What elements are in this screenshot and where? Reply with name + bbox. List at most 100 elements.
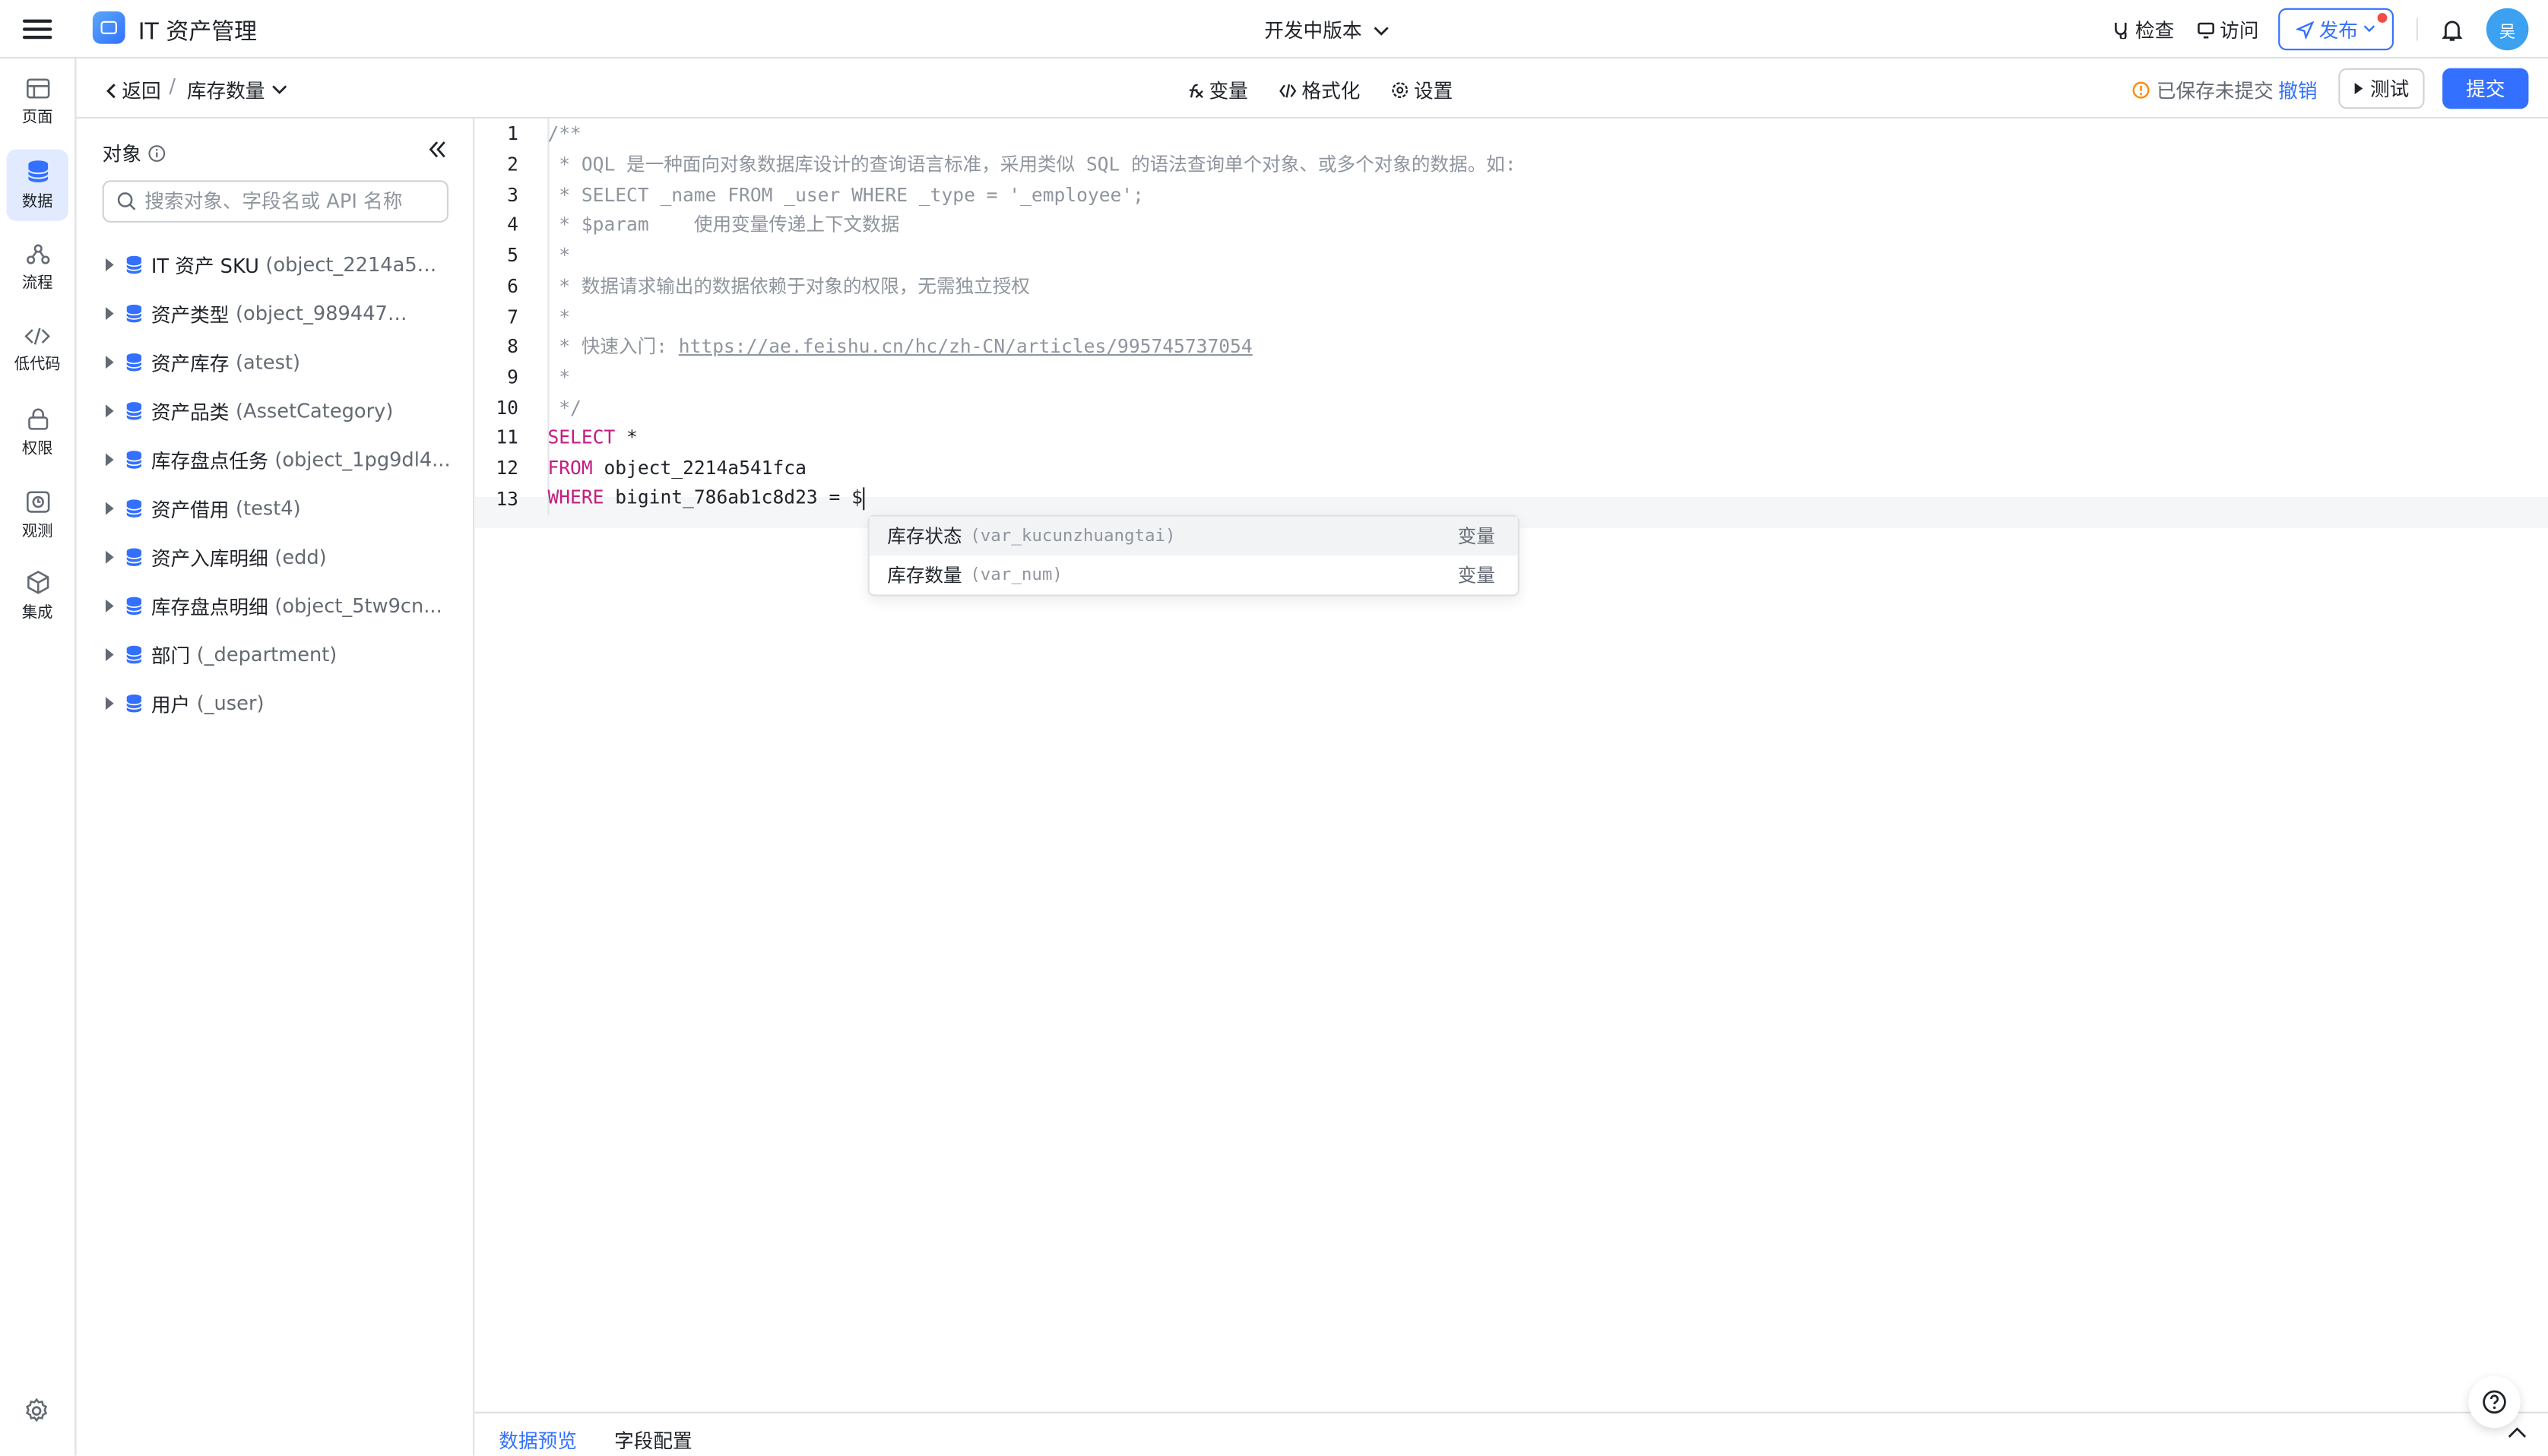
code-line: 7 * bbox=[474, 301, 2548, 331]
line-number: 12 bbox=[496, 456, 518, 480]
settings-button[interactable]: 设置 bbox=[1391, 76, 1453, 103]
test-button[interactable]: 测试 bbox=[2338, 68, 2425, 109]
version-dropdown[interactable]: 开发中版本 bbox=[1264, 16, 1389, 43]
question-icon bbox=[2483, 1390, 2506, 1414]
format-button[interactable]: 格式化 bbox=[1279, 76, 1360, 103]
expand-caret-icon[interactable] bbox=[105, 550, 114, 564]
tree-item[interactable]: 库存盘点明细 (object_5tw9cn... bbox=[103, 581, 460, 630]
cube-icon bbox=[27, 571, 49, 594]
line-rest: * bbox=[615, 426, 638, 449]
undo-link[interactable]: 撤销 bbox=[2278, 76, 2317, 103]
settings-label: 设置 bbox=[1413, 79, 1453, 103]
database-icon bbox=[125, 255, 142, 274]
tree-item[interactable]: 库存盘点任务 (object_1pg9dl4... bbox=[103, 435, 460, 484]
visit-button[interactable]: 访问 bbox=[2197, 15, 2259, 43]
line-number: 5 bbox=[507, 243, 518, 267]
tab-data-preview[interactable]: 数据预览 bbox=[499, 1426, 577, 1454]
line-number: 9 bbox=[507, 365, 518, 388]
submit-button[interactable]: 提交 bbox=[2442, 68, 2529, 109]
tree-item[interactable]: 资产入库明细 (edd) bbox=[103, 533, 460, 581]
line-content: * 数据请求输出的数据依赖于对象的权限，无需独立授权 bbox=[547, 274, 1030, 297]
line-text: * OQL 是一种面向对象数据库设计的查询语言标准，采用类似 SQL 的语法查询… bbox=[547, 151, 1516, 177]
nav-item-lowcode[interactable]: 低代码 bbox=[7, 314, 68, 385]
code-line: 3 * SELECT _name FROM _user WHERE _type … bbox=[474, 179, 2548, 210]
code-line: 4 * $param 使用变量传递上下文数据 bbox=[474, 210, 2548, 240]
variables-button[interactable]: 变量 bbox=[1188, 76, 1248, 103]
nav-item-data[interactable]: 数据 bbox=[6, 149, 68, 221]
help-button[interactable] bbox=[2468, 1375, 2521, 1429]
tree-item[interactable]: 用户 (_user) bbox=[103, 679, 460, 728]
save-status-label: 已保存未提交 bbox=[2156, 79, 2274, 103]
breadcrumb-dropdown[interactable]: 库存数量 bbox=[187, 76, 288, 103]
database-icon bbox=[125, 597, 142, 616]
suggestion-item[interactable]: 库存状态 (var_kucunzhuangtai) 变量 bbox=[869, 516, 1518, 556]
object-search[interactable] bbox=[102, 180, 449, 223]
avatar[interactable]: 吴 bbox=[2486, 8, 2529, 51]
divider bbox=[2416, 17, 2419, 41]
line-text: * bbox=[547, 305, 570, 328]
expand-caret-icon[interactable] bbox=[105, 599, 114, 612]
chevron-up-icon[interactable] bbox=[2508, 1426, 2527, 1439]
line-content: SELECT bbox=[547, 426, 616, 449]
expand-caret-icon[interactable] bbox=[105, 258, 114, 272]
tree-item[interactable]: IT 资产 SKU (object_2214a54... bbox=[103, 240, 460, 289]
tree-item[interactable]: 资产库存 (atest) bbox=[103, 338, 460, 387]
hamburger-menu-icon[interactable] bbox=[22, 14, 52, 43]
code-line: 2 * OQL 是一种面向对象数据库设计的查询语言标准，采用类似 SQL 的语法… bbox=[474, 149, 2548, 179]
expand-caret-icon[interactable] bbox=[105, 502, 114, 515]
expand-caret-icon[interactable] bbox=[105, 647, 114, 662]
expand-caret-icon[interactable] bbox=[105, 697, 114, 711]
line-text: /** bbox=[547, 122, 581, 145]
tree-item[interactable]: 资产类型 (object_9894471d9... bbox=[103, 290, 460, 338]
line-rest: object_2214a541fca bbox=[592, 456, 807, 480]
bell-icon[interactable] bbox=[2441, 17, 2464, 41]
expand-caret-icon[interactable] bbox=[105, 356, 114, 369]
code-line: 5 * bbox=[474, 240, 2548, 271]
code-editor[interactable]: 1 /** 2 * OQL 是一种面向对象数据库设计的查询语言标准，采用类似 SQL… bbox=[474, 119, 2548, 1412]
check-button[interactable]: 检查 bbox=[2112, 15, 2174, 43]
expand-caret-icon[interactable] bbox=[105, 453, 114, 467]
docs-link[interactable]: https://ae.feishu.cn/hc/zh-CN/articles/9… bbox=[679, 335, 1253, 358]
database-icon bbox=[27, 160, 49, 182]
chevron-down-icon bbox=[272, 85, 287, 94]
monitor-chart-icon bbox=[25, 490, 49, 512]
nav-label: 低代码 bbox=[14, 355, 61, 373]
object-name: IT 资产 SKU bbox=[151, 254, 259, 277]
database-icon bbox=[125, 645, 142, 664]
suggestion-var: (var_kucunzhuangtai) bbox=[970, 526, 1176, 546]
line-number: 13 bbox=[496, 486, 518, 510]
nav-label: 集成 bbox=[21, 604, 53, 622]
text-cursor bbox=[862, 487, 866, 511]
object-panel: 对象 IT 资产 SKU (object_2214a54... 资产类型 (objec… bbox=[76, 119, 475, 1456]
test-label: 测试 bbox=[2369, 78, 2410, 101]
tree-item[interactable]: 资产品类 (AssetCategory) bbox=[103, 387, 460, 435]
collapse-panel-icon[interactable] bbox=[427, 140, 447, 160]
object-tree: IT 资产 SKU (object_2214a54... 资产类型 (object_9… bbox=[103, 240, 460, 727]
tree-item[interactable]: 资产借用 (test4) bbox=[103, 484, 460, 533]
nav-label: 流程 bbox=[21, 274, 53, 293]
line-number: 11 bbox=[496, 426, 518, 449]
publish-button[interactable]: 发布 bbox=[2278, 8, 2394, 51]
left-nav: 页面 数据 流程 低代码 权限 观测 集成 bbox=[0, 58, 77, 1456]
nav-label: 数据 bbox=[21, 193, 53, 211]
expand-caret-icon[interactable] bbox=[105, 307, 114, 321]
expand-caret-icon[interactable] bbox=[105, 404, 114, 418]
suggestion-item[interactable]: 库存数量 (var_num) 变量 bbox=[870, 555, 1518, 594]
line-text: * $param 使用变量传递上下文数据 bbox=[547, 212, 899, 238]
gear-icon[interactable] bbox=[23, 1397, 50, 1425]
back-button[interactable]: 返回 bbox=[106, 76, 161, 103]
line-text: * bbox=[547, 366, 570, 388]
tab-field-config[interactable]: 字段配置 bbox=[614, 1426, 692, 1454]
code-line: 8 * 快速入门: https://ae.feishu.cn/hc/zh-CN/… bbox=[474, 331, 2548, 362]
play-icon bbox=[2355, 83, 2364, 94]
search-input[interactable] bbox=[144, 190, 438, 214]
nav-item-pages[interactable]: 页面 bbox=[7, 67, 68, 138]
info-icon[interactable] bbox=[148, 144, 166, 163]
code-line: 1 /** bbox=[474, 119, 2548, 149]
code-icon bbox=[1279, 83, 1297, 97]
nav-item-flow[interactable]: 流程 bbox=[7, 233, 68, 304]
nav-item-observe[interactable]: 观测 bbox=[7, 480, 68, 551]
tree-item[interactable]: 部门 (_department) bbox=[103, 630, 460, 679]
nav-item-integration[interactable]: 集成 bbox=[7, 561, 68, 632]
nav-item-permissions[interactable]: 权限 bbox=[7, 397, 68, 468]
